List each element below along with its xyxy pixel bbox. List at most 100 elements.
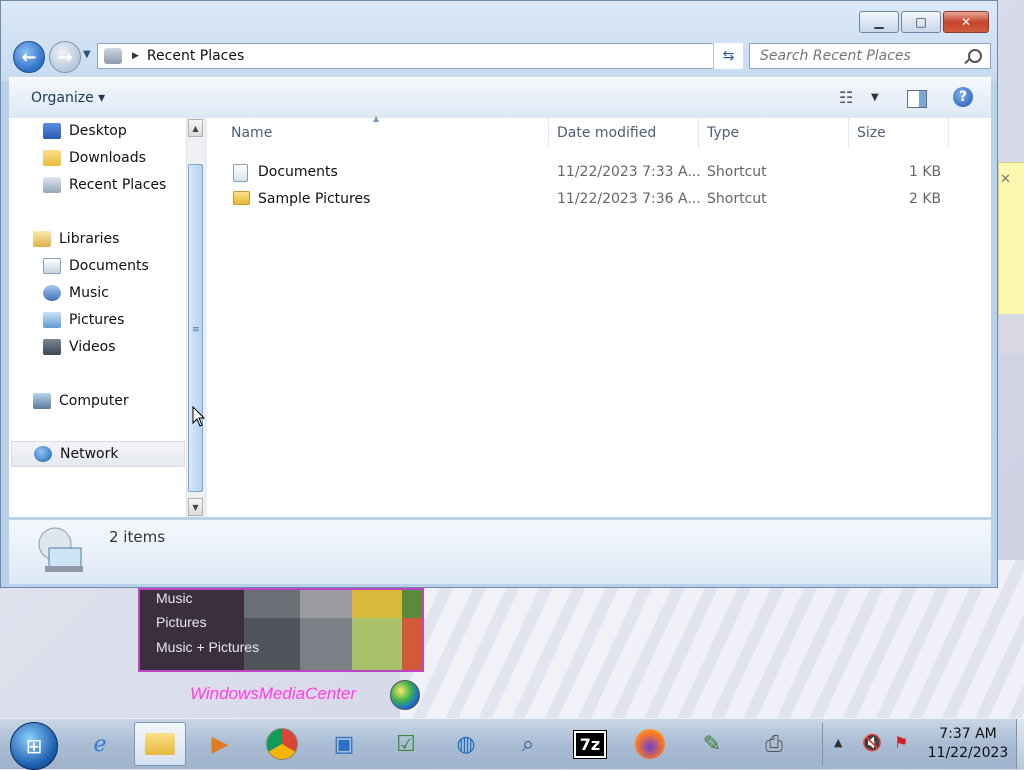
scroll-up-icon[interactable]: ▲ [188, 119, 203, 137]
network-globe-icon[interactable]: ◍ [440, 722, 492, 766]
sidebar-item-libraries[interactable]: Libraries [33, 226, 119, 252]
sidebar-item-network[interactable]: Network [11, 441, 185, 467]
list-view-icon[interactable]: ☷ [839, 88, 853, 107]
file-name: Sample Pictures [258, 191, 371, 207]
organize-button[interactable]: Organize ▾ [31, 90, 105, 106]
forward-button[interactable]: → [49, 41, 81, 73]
breadcrumb-arrow-icon[interactable]: ▶ [132, 51, 139, 61]
file-date: 11/22/2023 7:36 A... [557, 191, 701, 207]
preview-pane-icon[interactable] [907, 90, 927, 108]
7zip-icon[interactable]: 7z [564, 722, 616, 766]
column-header-label: Name [231, 125, 273, 141]
gadget-tile [402, 618, 422, 670]
gadget-tile [352, 590, 402, 618]
command-bar: Organize ▾ ☷ ▼ ? [9, 77, 991, 119]
sidebar-item-desktop[interactable]: Desktop [43, 118, 127, 144]
file-list: Name ▲ Date modified Type Size Documents… [207, 114, 991, 517]
sidebar-item-pictures[interactable]: Pictures [43, 307, 124, 333]
libraries-icon [33, 231, 51, 247]
refresh-icon: ⇆ [722, 48, 735, 64]
sidebar-item-recent-places[interactable]: Recent Places [43, 172, 166, 198]
sidebar-item-label: Recent Places [69, 177, 167, 193]
navigation-scrollbar[interactable]: ▲ ≡ ▼ [186, 118, 204, 517]
back-arrow-icon: ← [21, 46, 37, 68]
media-center-gadget[interactable]: Music Pictures Music + Pictures [138, 588, 424, 672]
sidebar-item-downloads[interactable]: Downloads [43, 145, 146, 171]
table-row[interactable]: Sample Pictures 11/22/2023 7:36 A... Sho… [207, 186, 991, 212]
gadget-tile [402, 590, 422, 618]
back-button[interactable]: ← [13, 41, 45, 73]
sidebar-item-videos[interactable]: Videos [43, 334, 116, 360]
sidebar-item-label: Network [60, 446, 119, 462]
file-size: 1 KB [909, 164, 942, 180]
mouse-cursor-icon [192, 406, 206, 427]
search-icon[interactable] [968, 49, 982, 63]
file-name: Documents [258, 164, 338, 180]
minimize-button[interactable]: ▁ [859, 11, 899, 33]
column-header-label: Size [857, 125, 886, 141]
fax-icon[interactable]: ⎙ [748, 722, 800, 766]
media-player-icon[interactable]: ▶ [194, 722, 246, 766]
caption-buttons: ▁ □ ✕ [859, 11, 989, 33]
column-header-size[interactable]: Size [849, 118, 949, 148]
recent-places-icon [43, 177, 61, 193]
scrollbar-thumb[interactable]: ≡ [188, 164, 203, 492]
7zip-label: 7z [572, 729, 608, 759]
desktop-icon [43, 123, 61, 139]
sidebar-item-label: Pictures [69, 312, 125, 328]
windows-orb-icon[interactable] [390, 680, 420, 710]
breadcrumb[interactable]: Recent Places [147, 48, 244, 64]
windows-explorer-icon[interactable] [134, 722, 186, 766]
sidebar-item-label: Computer [59, 393, 129, 409]
media-center-item[interactable]: Music [156, 590, 193, 606]
media-center-item[interactable]: Music + Pictures [156, 639, 259, 655]
window-title-bar[interactable] [1, 1, 997, 81]
file-type: Shortcut [707, 164, 767, 180]
show-hidden-icons-icon[interactable]: ▲ [834, 736, 842, 749]
magnifier-icon[interactable]: ⌕ [502, 722, 554, 766]
chrome-icon[interactable] [256, 722, 308, 766]
sidebar-item-music[interactable]: Music [43, 280, 109, 306]
close-button[interactable]: ✕ [943, 11, 989, 33]
internet-explorer-icon[interactable]: ℯ [74, 722, 126, 766]
firefox-icon[interactable] [624, 722, 676, 766]
media-center-item[interactable]: Pictures [156, 614, 207, 630]
task-scheduler-icon[interactable]: ☑ [380, 722, 432, 766]
sidebar-item-label: Videos [69, 339, 116, 355]
sidebar-item-label: Libraries [59, 231, 120, 247]
help-icon[interactable]: ? [953, 87, 973, 107]
table-row[interactable]: Documents 11/22/2023 7:33 A... Shortcut … [207, 159, 991, 185]
sticky-note-close-icon[interactable]: ✕ [1000, 172, 1011, 187]
details-pane: 2 items [9, 519, 991, 584]
column-header-name[interactable]: Name ▲ [223, 114, 549, 148]
column-header-type[interactable]: Type [699, 118, 849, 148]
file-date: 11/22/2023 7:33 A... [557, 164, 701, 180]
sidebar-item-documents[interactable]: Documents [43, 253, 149, 279]
search-box[interactable] [749, 43, 991, 69]
item-count: 2 items [109, 528, 166, 546]
address-bar[interactable]: ▶ Recent Places ▼ [97, 43, 743, 69]
sidebar-item-label: Music [69, 285, 109, 301]
views-dropdown-icon[interactable]: ▼ [871, 92, 879, 103]
column-header-label: Date modified [557, 125, 657, 141]
maximize-button[interactable]: □ [901, 11, 941, 33]
downloads-icon [43, 150, 61, 166]
grip-icon: ≡ [192, 325, 200, 335]
notepad-icon[interactable]: ✎ [686, 722, 738, 766]
volume-muted-icon[interactable]: 🔇 [862, 733, 882, 752]
desktop-window-edge [1000, 314, 1024, 354]
show-desktop-button[interactable] [1016, 719, 1024, 769]
remote-desktop-icon[interactable]: ▣ [318, 722, 370, 766]
network-disconnected-icon[interactable]: ⚑ [894, 733, 908, 752]
sidebar-item-computer[interactable]: Computer [33, 388, 129, 414]
recent-pages-dropdown-icon[interactable]: ▼ [83, 49, 91, 60]
start-button[interactable]: ⊞ [10, 722, 58, 770]
column-header-date-modified[interactable]: Date modified [549, 118, 699, 148]
clock[interactable]: 7:37 AM 11/22/2023 [920, 725, 1016, 763]
refresh-button[interactable]: ⇆ [713, 43, 743, 69]
taskbar: ⊞ ℯ ▶ ▣ ☑ ◍ ⌕ 7z ✎ ⎙ ▲ 🔇 ⚑ 7:37 AM 11/22… [0, 718, 1024, 770]
recent-places-large-icon [38, 527, 83, 572]
gadget-tile [300, 618, 352, 670]
scroll-down-icon[interactable]: ▼ [188, 498, 203, 516]
search-input[interactable] [758, 47, 962, 65]
